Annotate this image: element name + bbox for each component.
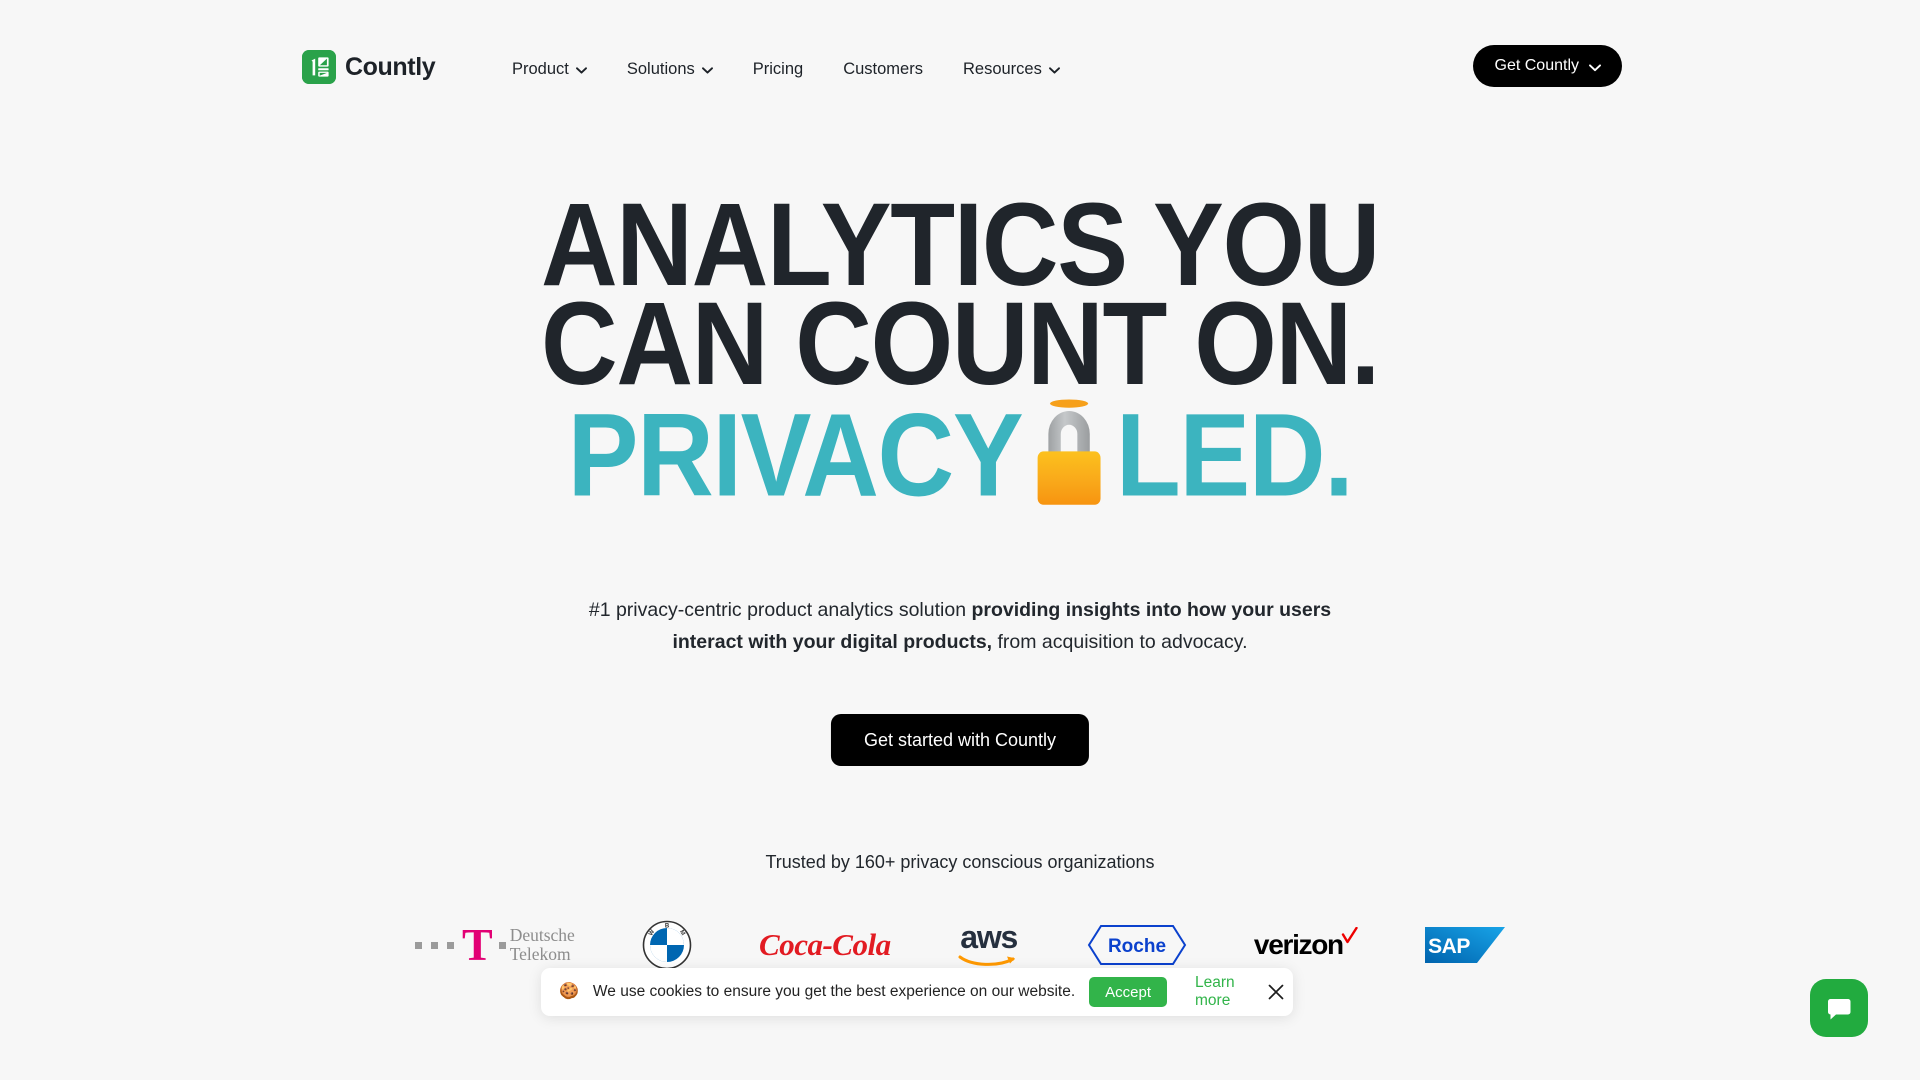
trusted-by-label: Trusted by 160+ privacy conscious organi… bbox=[765, 852, 1155, 872]
bmw-roundel-icon: B M W bbox=[642, 920, 692, 970]
cookie-message: We use cookies to ensure you get the bes… bbox=[592, 983, 1076, 1000]
close-icon[interactable] bbox=[1265, 981, 1287, 1003]
chat-bubble-icon bbox=[1828, 999, 1851, 1020]
get-countly-button[interactable]: Get Countly bbox=[1472, 45, 1622, 87]
deutsche-telekom-dots-right-icon bbox=[498, 941, 506, 949]
logo-deutsche-telekom: T Deutsche Telekom bbox=[415, 919, 575, 971]
dt-line-1: Deutsche bbox=[509, 924, 575, 945]
get-countly-label: Get Countly bbox=[1494, 57, 1579, 74]
hero-subtitle: #1 privacy-centric product analytics sol… bbox=[580, 595, 1340, 658]
roche-hexagon-icon: Roche bbox=[1087, 925, 1186, 965]
sap-logo-icon: SAP bbox=[1424, 927, 1505, 963]
chevron-down-icon bbox=[1048, 67, 1060, 74]
cookie-learn-more-link[interactable]: Learn more bbox=[1195, 974, 1235, 1010]
page-title: ANALYTICS YOU CAN COUNT ON. PRIVACY LED. bbox=[96, 186, 1824, 515]
headline-line-3: PRIVACY LED. bbox=[96, 394, 1824, 515]
svg-text:B: B bbox=[665, 923, 670, 929]
logo-verizon: verizon bbox=[1253, 927, 1358, 961]
coca-cola-wordmark: Coca-Cola bbox=[759, 927, 891, 962]
countly-logo-icon bbox=[302, 50, 336, 84]
nav-item-solutions[interactable]: Solutions bbox=[607, 54, 733, 85]
subtitle-part-2: from acquisition to advocacy. bbox=[992, 630, 1248, 653]
main-navigation: Product Solutions Pricing Customers Reso… bbox=[492, 54, 1080, 85]
cookie-accept-button[interactable]: Accept bbox=[1089, 977, 1168, 1007]
deutsche-telekom-wordmark: Deutsche Telekom bbox=[509, 924, 575, 965]
nav-item-resources[interactable]: Resources bbox=[943, 54, 1080, 85]
nav-label: Pricing bbox=[752, 60, 804, 78]
deutsche-telekom-t-icon: T bbox=[462, 919, 493, 971]
verizon-check-icon bbox=[1341, 927, 1358, 944]
nav-label: Resources bbox=[962, 60, 1042, 78]
nav-label: Customers bbox=[843, 60, 923, 78]
nav-item-pricing[interactable]: Pricing bbox=[733, 54, 823, 85]
nav-label: Solutions bbox=[626, 60, 695, 78]
logo-bmw: B M W bbox=[642, 920, 692, 970]
headline-line-2: CAN COUNT ON. bbox=[541, 278, 1380, 411]
nav-item-product[interactable]: Product bbox=[492, 54, 607, 85]
subtitle-part-1: #1 privacy-centric product analytics sol… bbox=[588, 599, 972, 621]
verizon-wordmark: verizon bbox=[1253, 929, 1344, 960]
aws-wordmark: aws bbox=[960, 919, 1018, 956]
headline-led-word: LED. bbox=[1115, 389, 1354, 522]
chevron-down-icon bbox=[1589, 63, 1601, 71]
deutsche-telekom-dots-icon bbox=[415, 941, 454, 949]
chevron-down-icon bbox=[701, 67, 713, 74]
logo-roche: Roche bbox=[1087, 924, 1187, 966]
logo[interactable]: Countly bbox=[302, 50, 436, 84]
lock-icon bbox=[1027, 399, 1112, 508]
logo-coca-cola: Coca-Cola bbox=[759, 927, 891, 963]
svg-text:Roche: Roche bbox=[1108, 936, 1166, 957]
cookie-icon: 🍪 bbox=[559, 983, 579, 1000]
headline-privacy-word: PRIVACY bbox=[567, 389, 1024, 522]
logo-aws: aws bbox=[958, 919, 1020, 967]
get-started-button[interactable]: Get started with Countly bbox=[830, 714, 1090, 766]
chevron-down-icon bbox=[575, 67, 587, 74]
logo-sap: SAP bbox=[1424, 925, 1505, 965]
chat-widget-button[interactable] bbox=[1810, 979, 1868, 1037]
nav-label: Product bbox=[512, 60, 569, 78]
nav-item-customers[interactable]: Customers bbox=[823, 54, 943, 85]
dt-line-2: Telekom bbox=[509, 944, 571, 964]
svg-text:SAP: SAP bbox=[1428, 935, 1470, 958]
cookie-consent-banner: 🍪 We use cookies to ensure you get the b… bbox=[541, 968, 1293, 1016]
aws-smile-icon bbox=[958, 955, 1015, 966]
logo-text: Countly bbox=[345, 52, 436, 81]
site-header: Countly Product Solutions Pricing Custom… bbox=[0, 0, 1920, 110]
